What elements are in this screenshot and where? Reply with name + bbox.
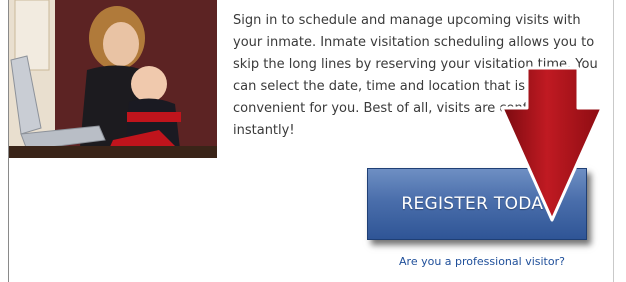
intro-text: Sign in to schedule and manage upcoming …: [233, 13, 598, 138]
mother-child-photo: [9, 0, 217, 158]
register-today-button[interactable]: REGISTER TODAY: [367, 168, 587, 240]
visit-scheduling-panel: Sign in to schedule and manage upcoming …: [8, 0, 614, 282]
professional-visitor-link[interactable]: Are you a professional visitor?: [367, 255, 597, 268]
photo-illustration: [9, 0, 217, 158]
